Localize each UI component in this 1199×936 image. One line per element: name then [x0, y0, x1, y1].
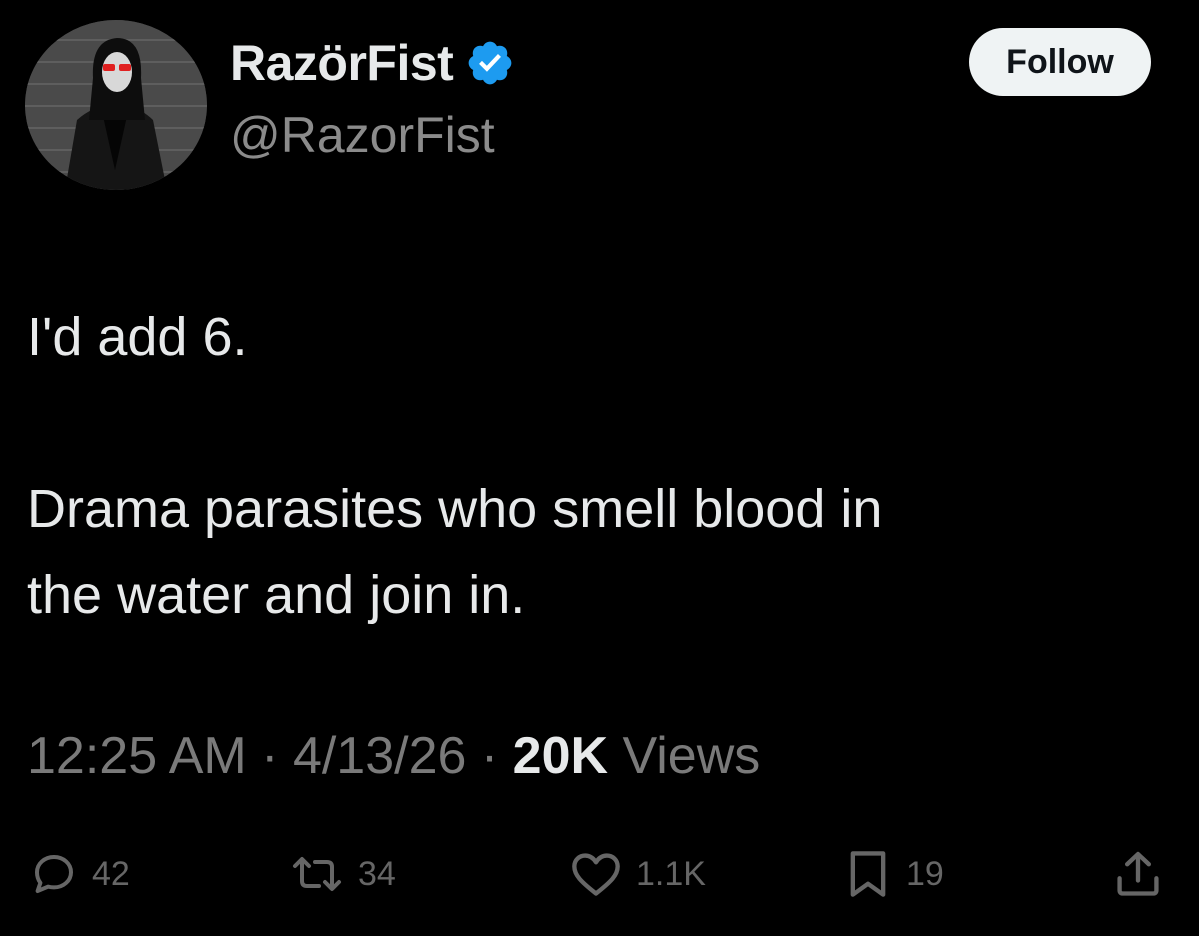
- views-label: Views: [608, 727, 761, 785]
- author-handle[interactable]: @RazorFist: [230, 110, 495, 160]
- retweet-icon: [293, 857, 341, 891]
- meta-separator: ·: [246, 727, 293, 785]
- share-button[interactable]: [1112, 846, 1164, 902]
- like-button[interactable]: 1.1K: [570, 846, 706, 902]
- tweet-text-line: Drama parasites who smell blood in: [27, 479, 883, 539]
- tweet-text-line: the water and join in.: [27, 565, 526, 625]
- retweet-count: 34: [358, 854, 396, 893]
- meta-separator: ·: [466, 727, 513, 785]
- follow-button[interactable]: Follow: [969, 28, 1151, 96]
- like-count: 1.1K: [636, 854, 706, 893]
- bookmark-icon: [850, 851, 886, 897]
- reply-icon: [35, 855, 73, 893]
- tweet-time[interactable]: 12:25 AM: [27, 727, 247, 785]
- reply-count: 42: [92, 854, 130, 893]
- retweet-button[interactable]: 34: [290, 846, 396, 902]
- author-name-row[interactable]: RazörFist: [230, 30, 515, 96]
- heart-icon: [572, 853, 620, 896]
- bookmark-button[interactable]: 19: [844, 846, 944, 902]
- tweet: RazörFist @RazorFist Follow I'd add 6. D…: [0, 0, 1199, 936]
- views-count[interactable]: 20K: [513, 727, 608, 785]
- tweet-meta: 12:25 AM · 4/13/26 · 20K Views: [27, 724, 760, 788]
- tweet-date[interactable]: 4/13/26: [293, 727, 467, 785]
- avatar-image: [25, 20, 207, 190]
- avatar[interactable]: [25, 20, 207, 190]
- display-name[interactable]: RazörFist: [230, 38, 454, 88]
- tweet-text-line: I'd add 6.: [27, 307, 248, 367]
- verified-badge-icon[interactable]: [465, 38, 515, 88]
- bookmark-count: 19: [906, 854, 944, 893]
- share-icon: [1117, 851, 1159, 896]
- reply-button[interactable]: 42: [30, 846, 130, 902]
